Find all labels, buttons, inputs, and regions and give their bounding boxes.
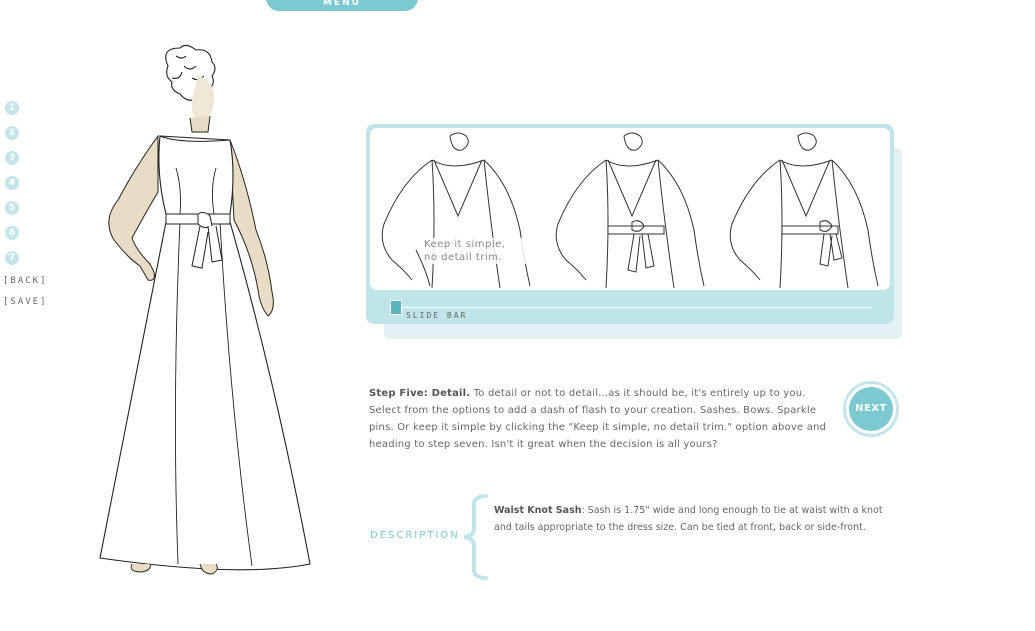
- step-6-button[interactable]: 6: [5, 226, 19, 240]
- next-button[interactable]: NEXT: [843, 381, 899, 437]
- step-3-button[interactable]: 3: [5, 151, 19, 165]
- description-item-name: Waist Knot Sash: [494, 505, 582, 516]
- step-2-button[interactable]: 2: [5, 126, 19, 140]
- description-text: Waist Knot Sash: Sash is 1.75" wide and …: [494, 502, 894, 536]
- description-label: DESCRIPTION: [370, 530, 460, 541]
- menu-tab[interactable]: MENU: [266, 0, 418, 11]
- slide-bar-handle[interactable]: [390, 300, 402, 315]
- step-4-button[interactable]: 4: [5, 176, 19, 190]
- menu-label: MENU: [323, 0, 361, 8]
- step-instructions: Step Five: Detail. To detail or not to d…: [369, 385, 829, 453]
- slide-bar-label: SLIDE BAR: [406, 311, 468, 320]
- option-front-bow-sash[interactable]: [550, 130, 720, 289]
- step-7-button[interactable]: 7: [5, 251, 19, 265]
- step-1-button[interactable]: 1: [5, 101, 19, 115]
- curly-brace-icon: [463, 494, 488, 580]
- caption-line-2: no detail trim.: [424, 252, 503, 263]
- step-navigation: 1 2 3 4 5 6 7 [BACK] [SAVE]: [3, 101, 53, 318]
- option-no-trim[interactable]: Keep it simple, no detail trim.: [376, 130, 546, 289]
- option-side-bow-sash[interactable]: [724, 130, 890, 289]
- option-no-trim-caption: Keep it simple, no detail trim.: [424, 238, 534, 264]
- slide-bar-track[interactable]: [390, 307, 872, 308]
- next-button-label: NEXT: [849, 387, 893, 431]
- back-link[interactable]: [BACK]: [3, 276, 53, 287]
- dress-preview-illustration: [99, 44, 311, 575]
- option-side-bow-illustration: [729, 132, 879, 289]
- options-strip: Keep it simple, no detail trim.: [370, 128, 890, 290]
- save-link[interactable]: [SAVE]: [3, 297, 53, 308]
- caption-line-1: Keep it simple,: [424, 239, 506, 250]
- step-title: Step Five: Detail.: [369, 388, 471, 399]
- options-panel: Keep it simple, no detail trim. SLIDE BA…: [366, 124, 894, 324]
- step-5-button[interactable]: 5: [5, 201, 19, 215]
- option-front-bow-illustration: [555, 132, 705, 289]
- option-no-trim-illustration: [381, 132, 531, 289]
